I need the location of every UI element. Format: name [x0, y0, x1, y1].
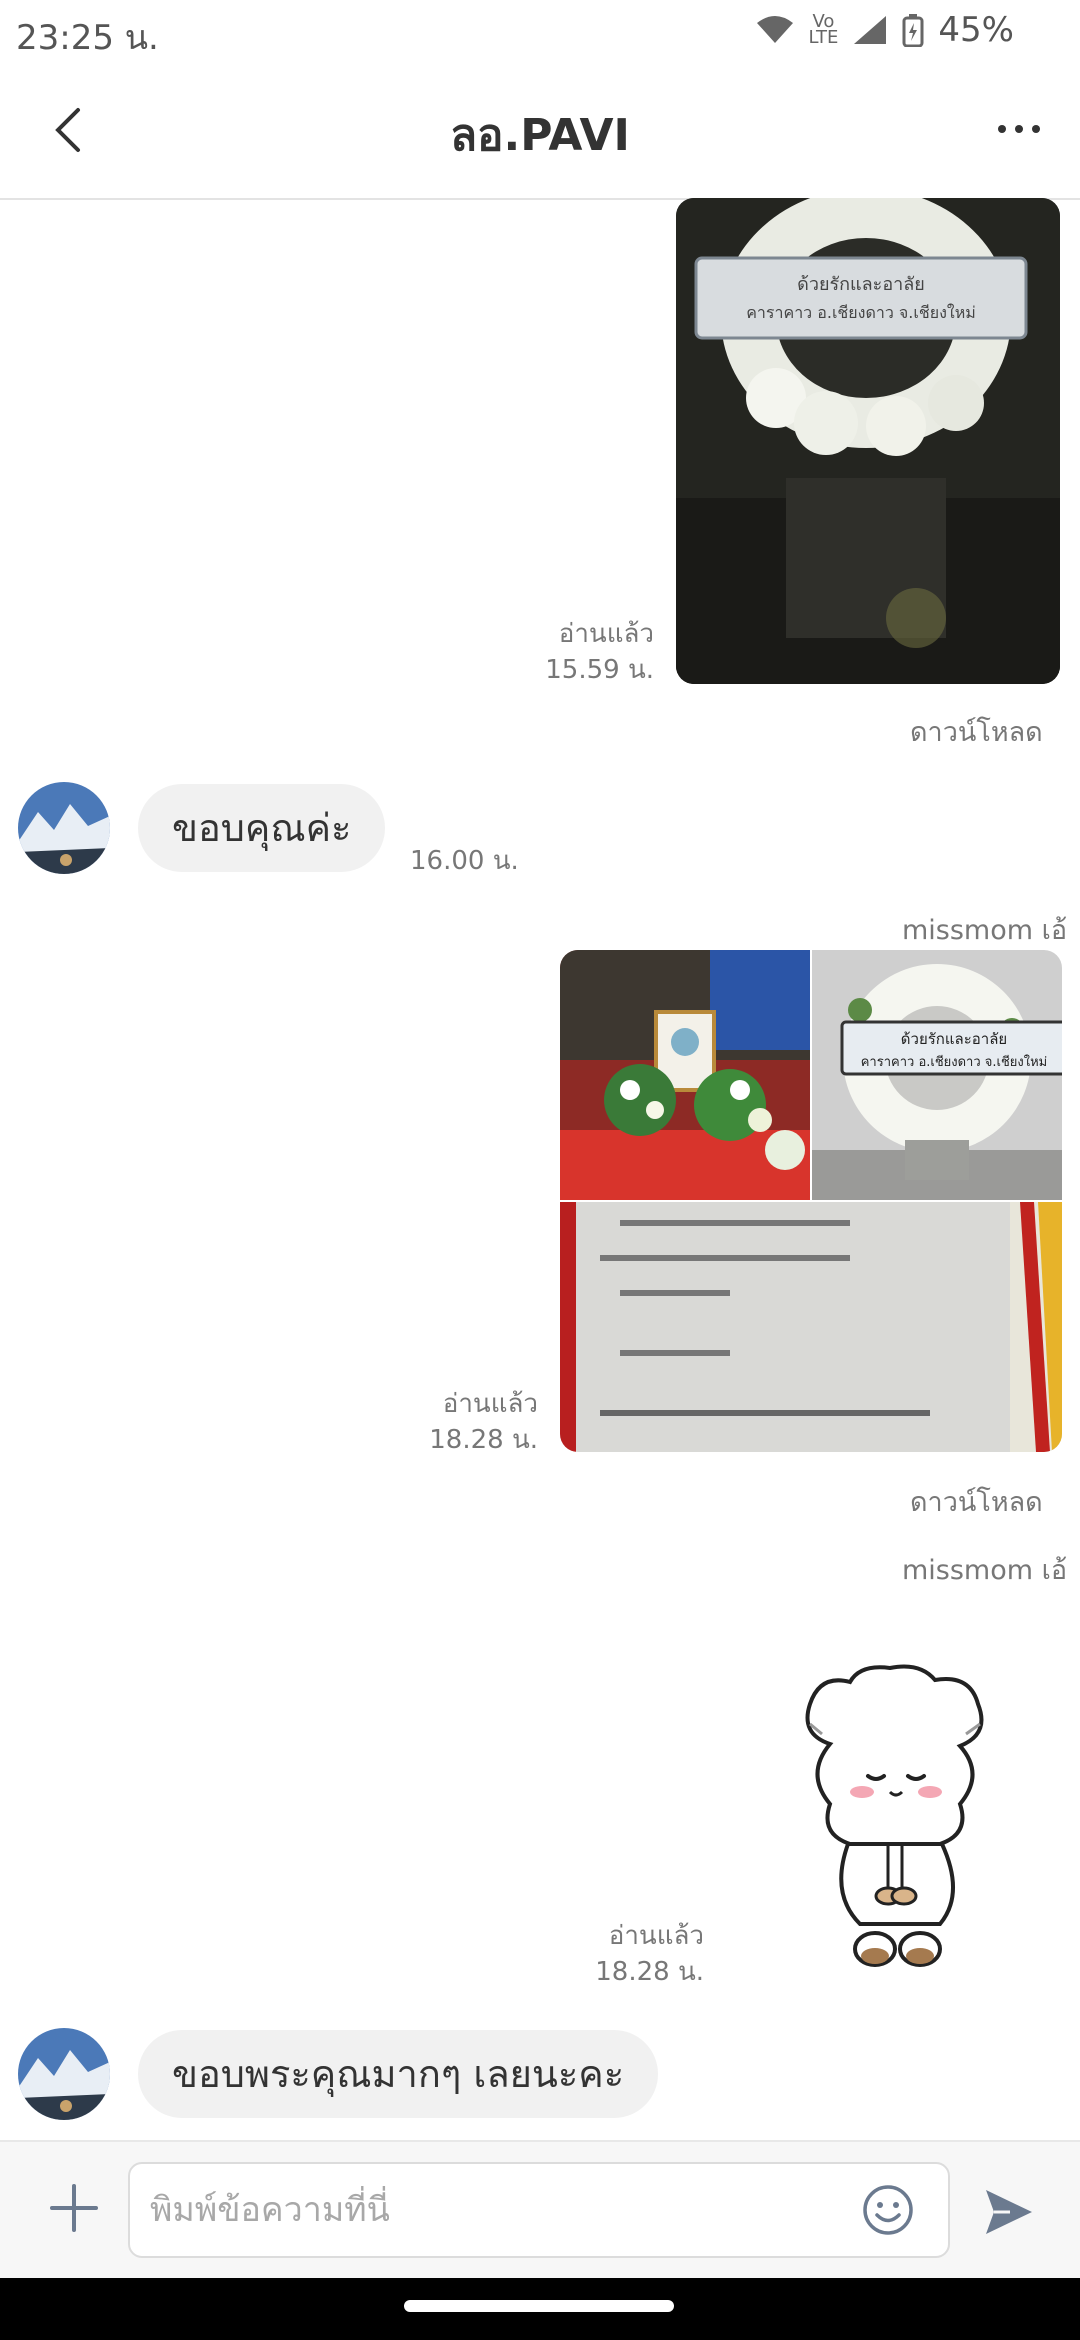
read-receipt: อ่านแล้ว 18.28 น.: [570, 1918, 704, 1990]
chat-title: ลอ.PAVI: [450, 110, 630, 161]
plus-icon: [50, 2184, 98, 2232]
sender-name: missmom เอ้: [902, 1555, 1068, 1586]
photo-grid: ด้วยรักและอาลัย คาราคาว อ.เชียงดาว จ.เชี…: [560, 950, 1062, 1452]
battery-percent: 45%: [938, 10, 1014, 50]
message-time: 15.59 น.: [545, 655, 654, 685]
network-type: LTE: [808, 27, 839, 48]
download-link[interactable]: ดาวน์โหลด: [910, 1480, 1043, 1523]
wreath-ribbon-line2: คาราคาว อ.เชียงดาว จ.เชียงใหม่: [861, 1054, 1048, 1070]
svg-text:ด้วยรักและอาลัย: ด้วยรักและอาลัย: [797, 274, 925, 295]
smiley-icon: [863, 2185, 913, 2235]
download-link[interactable]: ดาวน์โหลด: [910, 710, 1043, 753]
wreath-ribbon-line1: ด้วยรักและอาลัย: [901, 1030, 1007, 1048]
status-bar: 23:25 น. Vo LTE 45%: [0, 0, 1080, 64]
send-button[interactable]: [980, 2184, 1036, 2240]
read-receipt: อ่านแล้ว 15.59 น.: [520, 616, 654, 688]
wreath-photo: ด้วยรักและอาลัย คาราคาว อ.เชียงดาว จ.เชี…: [676, 198, 1060, 684]
status-time: 23:25 น.: [16, 18, 159, 58]
svg-text:คาราคาว อ.เชียงดาว จ.เชียงใหม่: คาราคาว อ.เชียงดาว จ.เชียงใหม่: [746, 303, 976, 322]
send-icon: [986, 2190, 1032, 2234]
battery-icon: [902, 14, 924, 47]
add-attachment-button[interactable]: [44, 2178, 104, 2238]
message-time: 18.28 น.: [429, 1425, 538, 1455]
image-message-wreath[interactable]: ด้วยรักและอาลัย คาราคาว อ.เชียงดาว จ.เชี…: [676, 198, 1060, 684]
signal-icon: [854, 16, 887, 44]
more-options-button[interactable]: [984, 104, 1054, 154]
sender-name: missmom เอ้: [902, 915, 1068, 946]
avatar-mountain-image: [18, 782, 110, 874]
message-input-bar: [0, 2140, 1080, 2278]
message-bubble[interactable]: ขอบคุณค่ะ: [138, 784, 386, 872]
sticker-message[interactable]: [790, 1664, 1000, 1974]
avatar-mountain-image: [18, 2028, 110, 2120]
emoji-button[interactable]: [860, 2182, 916, 2238]
message-input[interactable]: [128, 2162, 950, 2258]
avatar[interactable]: [18, 782, 110, 874]
status-indicators: Vo LTE 45%: [755, 10, 1014, 50]
avatar[interactable]: [18, 2028, 110, 2120]
wifi-icon: [756, 16, 793, 43]
message-bubble[interactable]: ขอบพระคุณมากๆ เลยนะคะ: [138, 2030, 659, 2118]
volte-icon: Vo LTE: [808, 11, 839, 48]
message-time: 18.28 น.: [595, 1957, 704, 1987]
sheep-sticker: [805, 1664, 984, 1967]
read-label: อ่านแล้ว: [442, 1389, 538, 1419]
message-time: 16.00 น.: [410, 846, 519, 876]
read-receipt: อ่านแล้ว 18.28 น.: [404, 1386, 538, 1458]
chat-header: ลอ.PAVI: [0, 64, 1080, 200]
home-indicator[interactable]: [404, 2300, 674, 2312]
more-horizontal-icon: [998, 125, 1040, 133]
read-label: อ่านแล้ว: [608, 1921, 704, 1951]
system-nav-bar: [0, 2278, 1080, 2340]
read-label: อ่านแล้ว: [558, 619, 654, 649]
image-grid-message[interactable]: ด้วยรักและอาลัย คาราคาว อ.เชียงดาว จ.เชี…: [560, 950, 1062, 1452]
